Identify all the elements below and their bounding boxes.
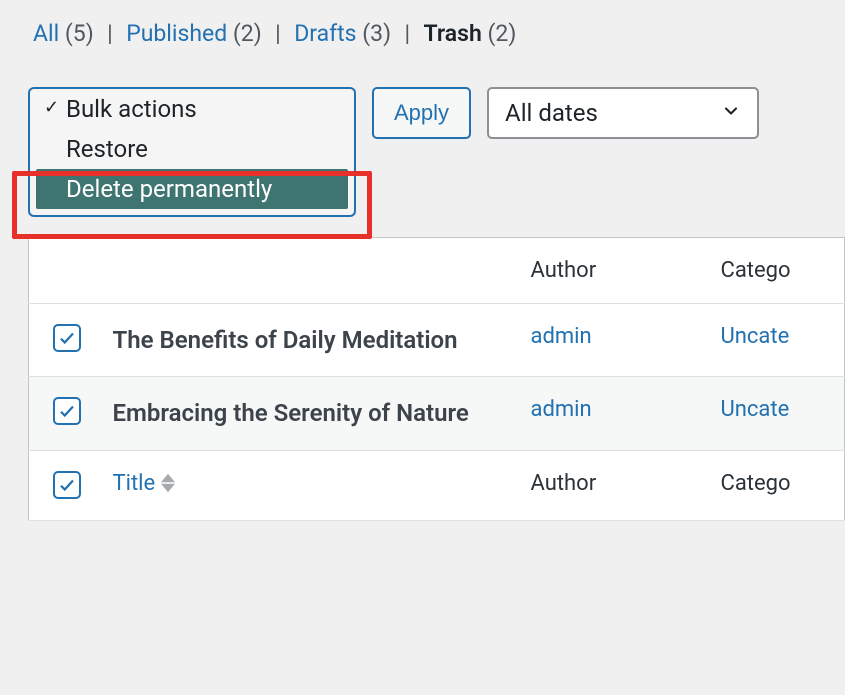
post-category[interactable]: Uncate	[721, 324, 790, 349]
post-category[interactable]: Uncate	[721, 397, 790, 422]
filter-all-count: (5)	[65, 20, 94, 47]
filter-published[interactable]: Published	[126, 20, 227, 47]
bulk-actions-select[interactable]: Bulk actions Restore Delete permanently	[28, 87, 356, 217]
posts-table: Author Catego The Benefits of Daily Medi…	[28, 237, 845, 521]
footer-categories[interactable]: Catego	[707, 450, 845, 520]
row-checkbox[interactable]	[53, 397, 81, 425]
post-title[interactable]: Embracing the Serenity of Nature	[113, 397, 503, 429]
sort-icon	[161, 473, 175, 493]
bulk-option-restore[interactable]: Restore	[30, 129, 354, 169]
footer-author[interactable]: Author	[517, 450, 707, 520]
tablenav-top: Bulk actions Restore Delete permanently …	[28, 87, 845, 217]
footer-title-label: Title	[113, 471, 156, 496]
check-icon	[58, 476, 76, 494]
post-title[interactable]: The Benefits of Daily Meditation	[113, 324, 503, 356]
header-checkbox-cell	[29, 238, 99, 304]
filter-all[interactable]: All	[33, 20, 59, 47]
row-checkbox[interactable]	[53, 324, 81, 352]
filter-trash-count: (2)	[488, 20, 517, 47]
check-icon	[58, 329, 76, 347]
header-categories[interactable]: Catego	[707, 238, 845, 304]
footer-checkbox[interactable]	[53, 471, 81, 499]
date-filter-selected: All dates	[505, 99, 598, 127]
bulk-option-delete-permanently[interactable]: Delete permanently	[36, 169, 348, 209]
filter-drafts-count: (3)	[362, 20, 391, 47]
footer-title-sort[interactable]: Title	[113, 471, 176, 496]
header-title	[99, 238, 517, 304]
filter-published-count: (2)	[233, 20, 262, 47]
date-filter-select[interactable]: All dates	[487, 87, 759, 139]
check-icon	[58, 402, 76, 420]
header-author[interactable]: Author	[517, 238, 707, 304]
bulk-option-default[interactable]: Bulk actions	[30, 89, 354, 129]
post-author[interactable]: admin	[531, 397, 592, 422]
post-author[interactable]: admin	[531, 324, 592, 349]
chevron-down-icon	[721, 99, 741, 127]
filter-drafts[interactable]: Drafts	[294, 20, 356, 47]
table-row: Embracing the Serenity of Nature admin U…	[29, 377, 845, 450]
table-row: The Benefits of Daily Meditation admin U…	[29, 304, 845, 377]
status-filter-links: All (5) | Published (2) | Drafts (3) | T…	[28, 20, 845, 47]
filter-trash[interactable]: Trash	[424, 20, 482, 47]
apply-button[interactable]: Apply	[372, 87, 471, 139]
